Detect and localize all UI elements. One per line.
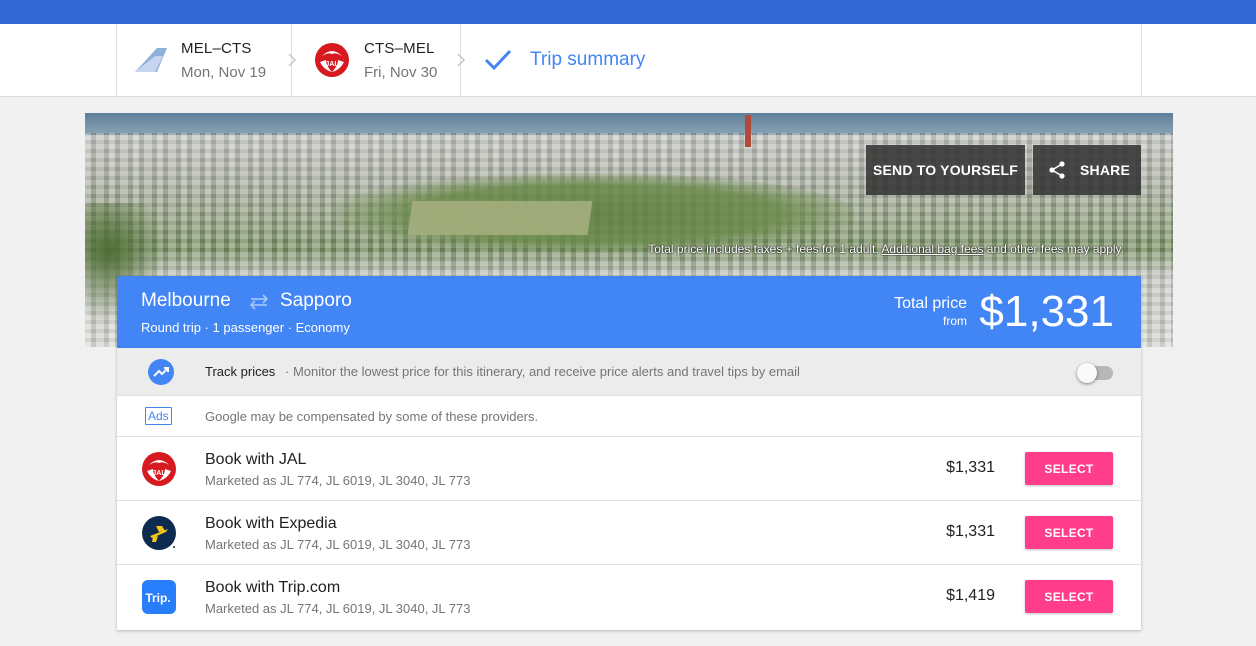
ads-disclosure-text: Google may be compensated by some of the… [205,409,539,424]
provider-flights: Marketed as JL 774, JL 6019, JL 3040, JL… [205,601,471,616]
checkmark-icon [484,49,512,71]
top-app-bar [0,0,1256,24]
track-prices-row: Track prices · Monitor the lowest price … [117,348,1141,396]
step-date: Mon, Nov 19 [181,64,267,81]
disclaimer-suffix: and other fees may apply. [983,242,1124,256]
step-date: Fri, Nov 30 [364,64,438,81]
track-prices-description: · Monitor the lowest price for this itin… [285,364,800,379]
provider-price: $1,419 [946,587,995,604]
svg-text:JAL: JAL [325,61,339,68]
track-prices-toggle[interactable] [1077,362,1113,383]
svg-text:JAL: JAL [152,470,166,477]
send-to-yourself-button[interactable]: SEND TO YOURSELF [866,145,1025,195]
provider-name: Book with Expedia [205,515,337,532]
total-price-label: Total price [894,295,967,312]
photo-field [407,201,593,235]
step-route: CTS–MEL [364,40,435,57]
select-button[interactable]: SELECT [1025,452,1113,485]
swap-arrows-icon [249,294,269,310]
destination-city: Sapporo [280,290,352,311]
jal-logo-icon: JAL [142,452,176,486]
provider-price: $1,331 [946,523,995,540]
trending-up-icon [148,359,174,385]
provider-row-expedia[interactable]: Book with Expedia Marketed as JL 774, JL… [117,501,1141,565]
provider-name: Book with Trip.com [205,579,341,596]
price-from-label: from [943,314,967,328]
booking-options-panel: Track prices · Monitor the lowest price … [117,348,1141,630]
price-disclaimer: Total price includes taxes + fees for 1 … [648,242,1124,256]
svg-text:Trip.: Trip. [145,591,170,605]
share-icon [1049,161,1065,179]
step-route: MEL–CTS [181,40,252,57]
trip-details: Round trip · 1 passenger · Economy [141,320,350,335]
bag-fees-link[interactable]: Additional bag fees [881,242,983,256]
provider-flights: Marketed as JL 774, JL 6019, JL 3040, JL… [205,473,471,488]
share-button[interactable]: SHARE [1033,145,1141,195]
provider-name: Book with JAL [205,451,307,468]
trip-summary-card: Melbourne Sapporo Round trip · 1 passeng… [117,276,1141,348]
booking-steps: MEL–CTS Mon, Nov 19 JAL CTS–MEL Fri, Nov… [116,24,1142,96]
total-price: $1,331 [979,287,1114,336]
ads-disclosure-row: Ads Google may be compensated by some of… [117,396,1141,437]
ads-badge: Ads [145,407,172,425]
step-outbound-flight[interactable]: MEL–CTS Mon, Nov 19 [117,24,292,96]
toggle-knob [1077,363,1097,383]
select-button[interactable]: SELECT [1025,516,1113,549]
share-label: SHARE [1080,162,1131,178]
step-label: Trip summary [530,49,646,70]
select-button[interactable]: SELECT [1025,580,1113,613]
expedia-logo-icon [142,516,176,550]
track-prices-title: Track prices [205,364,276,379]
provider-row-tripcom[interactable]: Trip. Book with Trip.com Marketed as JL … [117,565,1141,629]
generic-airline-icon [135,48,167,72]
photo-bay [85,113,1173,135]
tripcom-logo-icon: Trip. [142,580,176,614]
photo-tower [745,115,751,147]
disclaimer-text: Total price includes taxes + fees for 1 … [648,242,882,256]
origin-city: Melbourne [141,290,231,311]
provider-flights: Marketed as JL 774, JL 6019, JL 3040, JL… [205,537,471,552]
jal-logo-icon: JAL [315,43,349,77]
booking-steps-bar: MEL–CTS Mon, Nov 19 JAL CTS–MEL Fri, Nov… [0,24,1256,97]
step-return-flight[interactable]: JAL CTS–MEL Fri, Nov 30 [292,24,461,96]
provider-row-jal[interactable]: JAL Book with JAL Marketed as JL 774, JL… [117,437,1141,501]
step-trip-summary[interactable]: Trip summary [461,24,761,96]
provider-price: $1,331 [946,459,995,476]
